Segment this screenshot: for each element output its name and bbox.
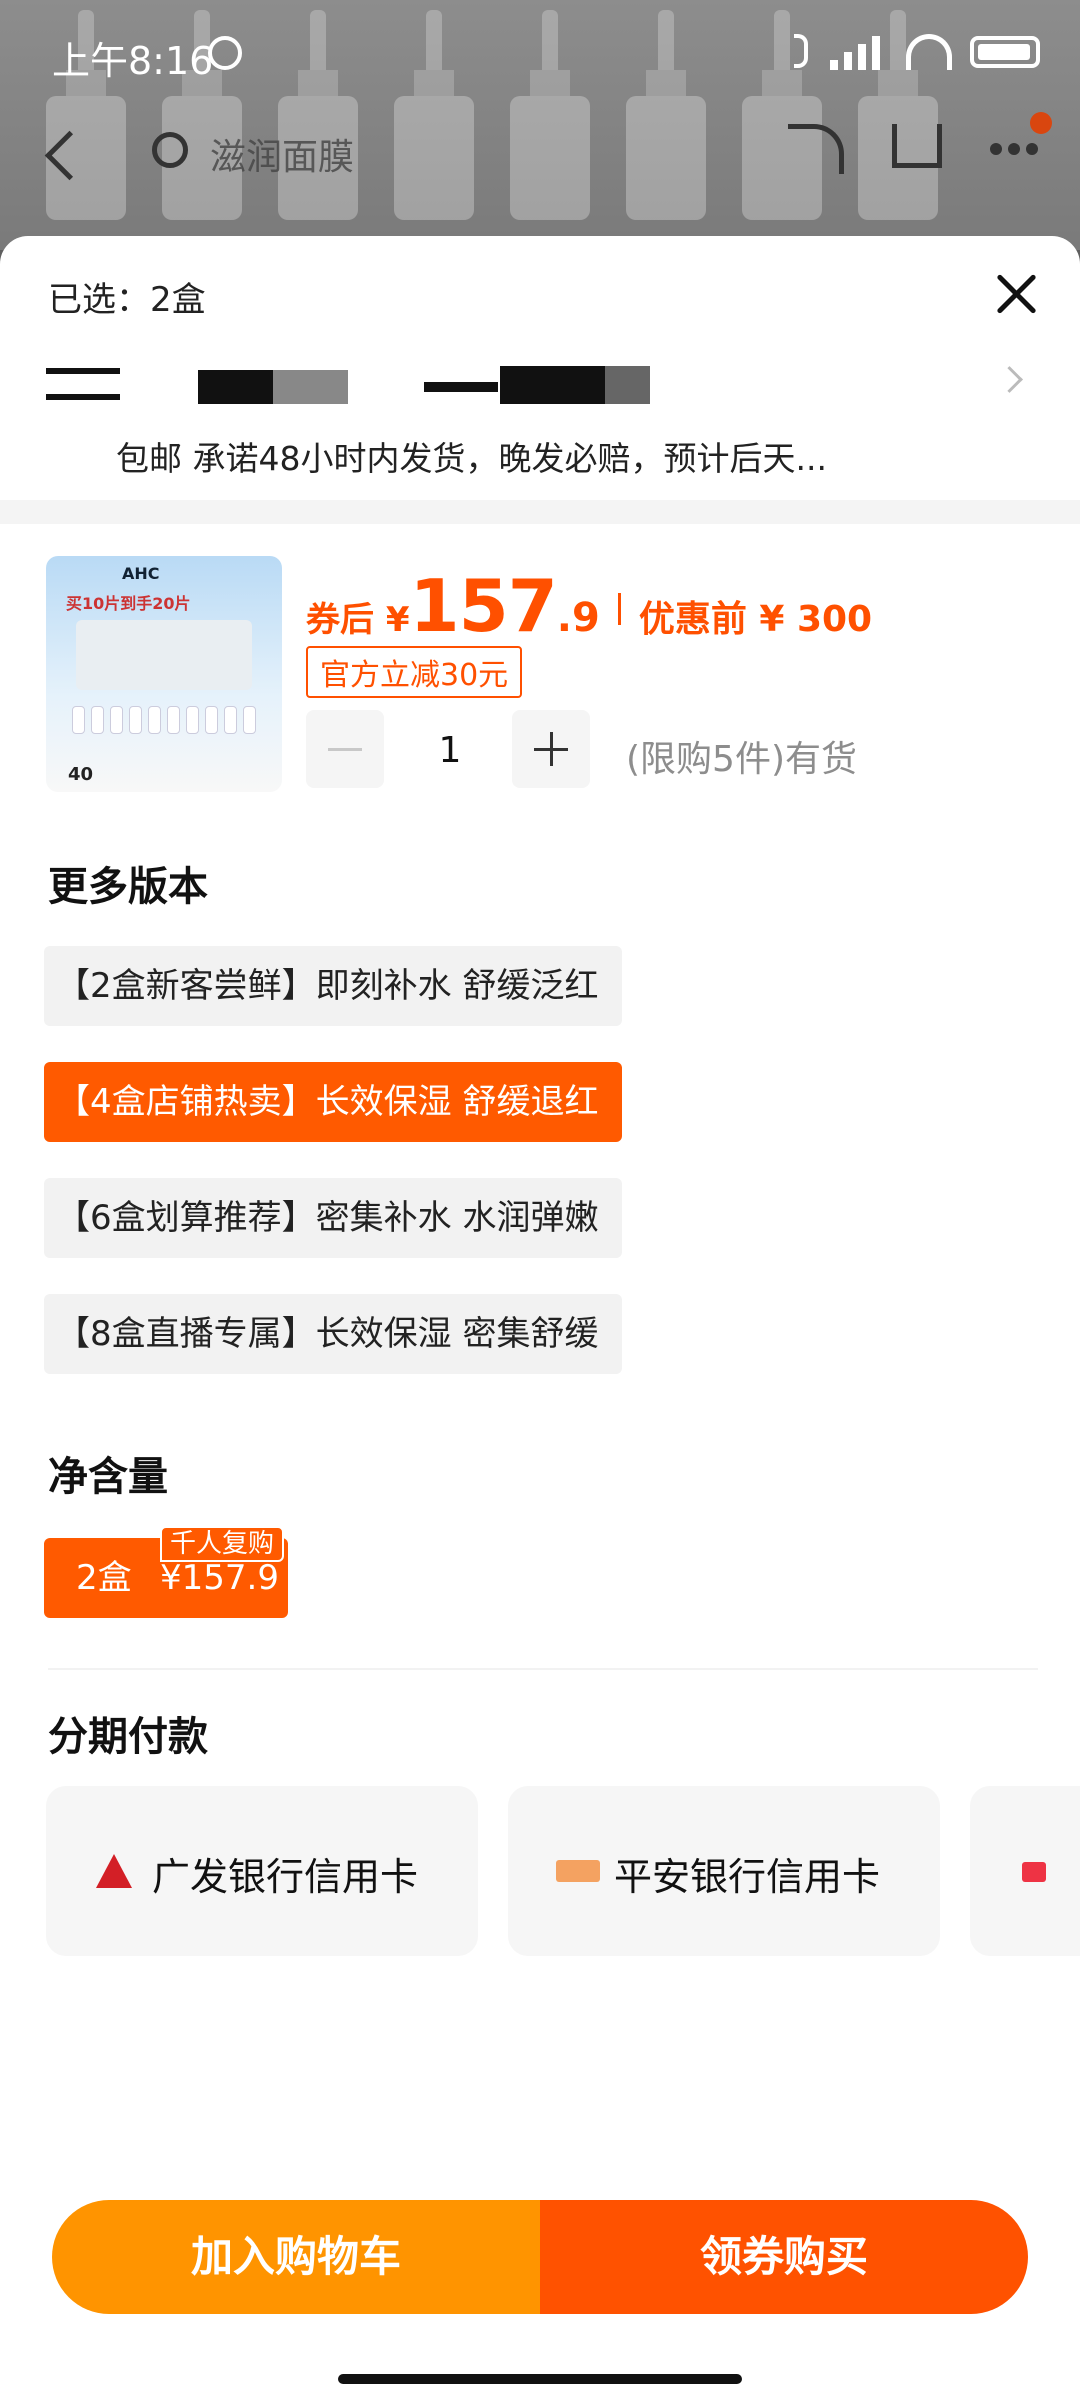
add-to-cart-button[interactable]: 加入购物车 bbox=[52, 2200, 540, 2314]
price-separator bbox=[617, 593, 621, 625]
top-nav: 滋润面膜 bbox=[0, 110, 1080, 220]
thumbnail-vials bbox=[72, 706, 256, 734]
redacted-address-mark bbox=[46, 368, 120, 374]
version-option-4[interactable]: 【4盒店铺热卖】长效保湿 舒缓退红 bbox=[44, 1062, 623, 1142]
close-icon[interactable] bbox=[994, 272, 1038, 316]
stock-status: (限购5件)有货 bbox=[626, 739, 857, 780]
thumbnail-price: 40 bbox=[68, 764, 94, 785]
section-divider bbox=[0, 500, 1080, 524]
coupon-badge: 官方立减30元 bbox=[306, 646, 523, 698]
status-icons bbox=[790, 32, 1040, 72]
shipping-address[interactable] bbox=[46, 364, 1026, 408]
product-thumbnail[interactable]: AHC 买10片到手20片 40 bbox=[46, 556, 282, 792]
bluetooth-icon bbox=[790, 32, 812, 72]
notification-dot bbox=[1030, 112, 1052, 134]
redacted-address-mark bbox=[500, 366, 650, 404]
bank-icon bbox=[1022, 1862, 1046, 1882]
pingan-bank-icon bbox=[556, 1860, 600, 1882]
thumbnail-tagline: 买10片到手20片 bbox=[66, 594, 191, 613]
bank-option-more[interactable] bbox=[970, 1786, 1080, 1956]
versions-title: 更多版本 bbox=[48, 864, 208, 910]
status-bar: 上午8:16 bbox=[0, 0, 1080, 110]
original-price: 优惠前 ¥ 300 bbox=[638, 599, 873, 640]
wifi-icon bbox=[906, 34, 952, 70]
redacted-address-mark bbox=[198, 370, 348, 404]
selected-summary: 已选：2盒 bbox=[48, 280, 206, 320]
price-prefix: 券后 ¥ bbox=[306, 600, 410, 640]
alarm-icon bbox=[208, 36, 242, 70]
search-icon[interactable] bbox=[152, 132, 188, 168]
product-summary: AHC 买10片到手20片 40 券后 ¥157.9 优惠前 ¥ 300 官方立减… bbox=[0, 524, 1080, 820]
net-content-qty: 2盒 bbox=[76, 1558, 132, 1598]
thumbnail-brand: AHC bbox=[122, 564, 160, 583]
repurchase-badge: 千人复购 bbox=[160, 1526, 285, 1562]
battery-icon bbox=[970, 36, 1040, 68]
cart-icon[interactable] bbox=[892, 124, 942, 168]
sku-sheet: 已选：2盒 包邮 承诺48小时内发货，晚发必赔，预计后天... AHC 买10片… bbox=[0, 236, 1080, 2400]
price-decimal: .9 bbox=[556, 595, 600, 641]
version-option-8[interactable]: 【8盒直播专属】长效保湿 密集舒缓 bbox=[44, 1294, 623, 1374]
quantity-value[interactable]: 1 bbox=[420, 730, 480, 771]
redacted-address-mark bbox=[424, 382, 498, 392]
quantity-plus-button[interactable] bbox=[512, 710, 590, 788]
section-divider bbox=[48, 1668, 1038, 1670]
more-icon[interactable] bbox=[990, 140, 1050, 155]
bank-label: 广发银行信用卡 bbox=[152, 1855, 419, 1899]
shipping-info: 包邮 承诺48小时内发货，晚发必赔，预计后天... bbox=[116, 439, 827, 478]
back-icon[interactable] bbox=[44, 130, 95, 181]
bank-option-guangfa[interactable]: 广发银行信用卡 bbox=[46, 1786, 478, 1956]
price-line: 券后 ¥157.9 优惠前 ¥ 300 bbox=[306, 564, 872, 648]
bank-label: 平安银行信用卡 bbox=[614, 1855, 881, 1899]
gf-bank-icon bbox=[96, 1854, 132, 1888]
net-content-title: 净含量 bbox=[48, 1454, 168, 1500]
price-integer: 157 bbox=[409, 564, 558, 648]
version-option-2[interactable]: 【2盒新客尝鲜】即刻补水 舒缓泛红 bbox=[44, 946, 623, 1026]
quantity-minus-button[interactable] bbox=[306, 710, 384, 788]
status-time: 上午8:16 bbox=[52, 39, 214, 83]
buy-with-coupon-button[interactable]: 领券购买 bbox=[540, 2200, 1028, 2314]
signal-icon bbox=[830, 32, 888, 72]
redacted-address-mark bbox=[46, 394, 120, 400]
bank-option-pingan[interactable]: 平安银行信用卡 bbox=[508, 1786, 940, 1956]
version-option-6[interactable]: 【6盒划算推荐】密集补水 水润弹嫩 bbox=[44, 1178, 623, 1258]
thumbnail-packs bbox=[76, 620, 252, 690]
share-icon[interactable] bbox=[788, 124, 844, 174]
installment-title: 分期付款 bbox=[48, 1714, 208, 1760]
home-indicator[interactable] bbox=[338, 2374, 742, 2384]
sheet-header: 已选：2盒 包邮 承诺48小时内发货，晚发必赔，预计后天... bbox=[0, 236, 1080, 500]
action-bar: 加入购物车 领券购买 bbox=[52, 2200, 1028, 2314]
search-input[interactable]: 滋润面膜 bbox=[210, 128, 354, 180]
